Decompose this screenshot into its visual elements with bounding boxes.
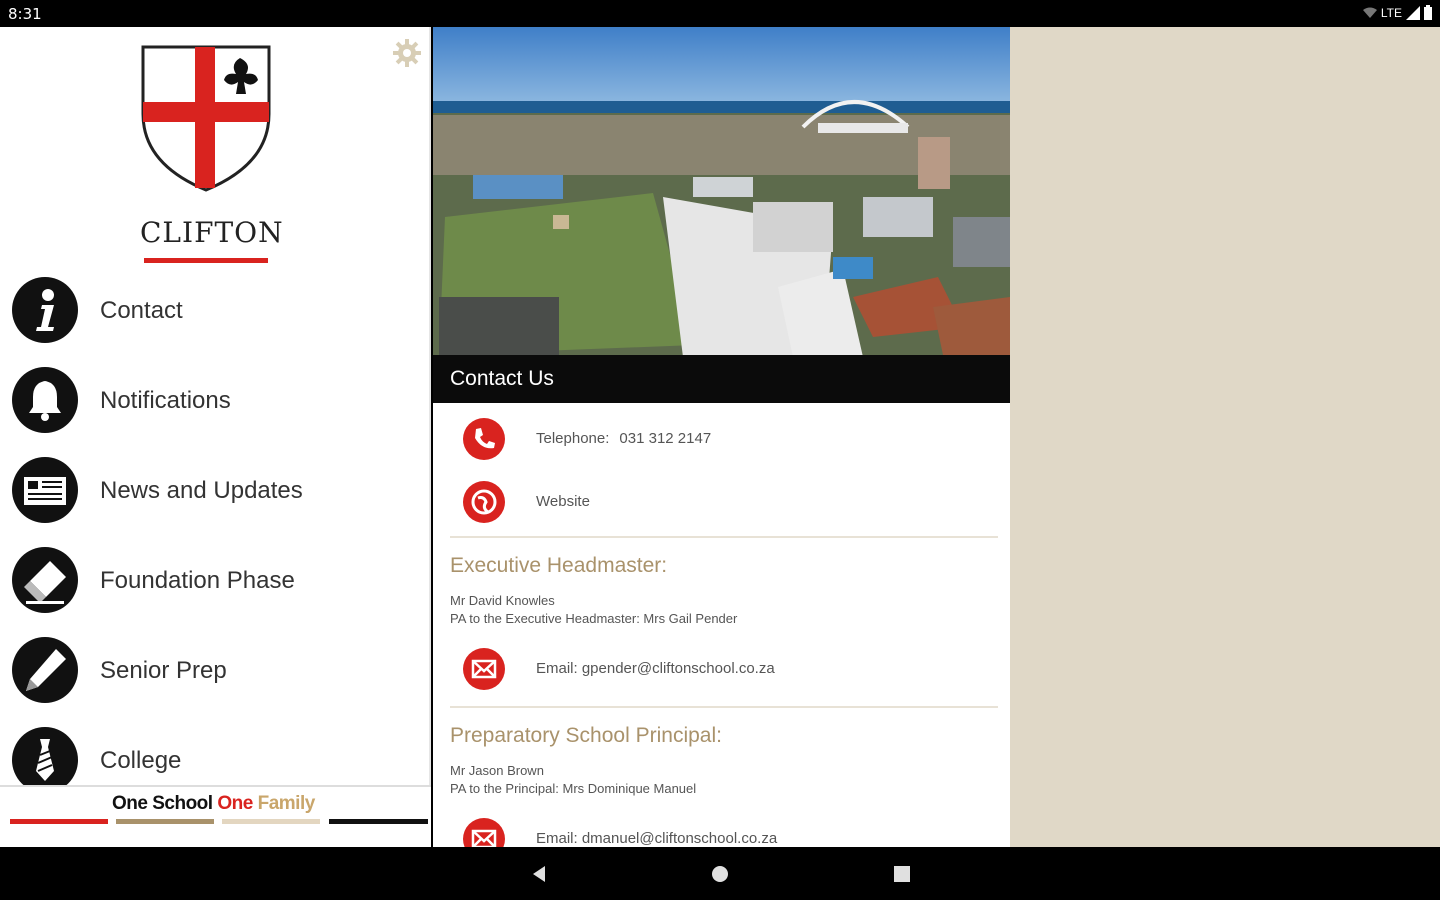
brand-name: CLIFTON <box>140 216 284 249</box>
navigation-drawer: CLIFTON Contact Notifications News and U… <box>0 27 431 847</box>
menu-item-label: Senior Prep <box>100 657 227 684</box>
email-row[interactable]: Email: gpender@cliftonschool.co.za <box>433 647 1010 707</box>
mail-icon <box>463 648 505 690</box>
contact-content: Contact Us Telephone: 031 312 2147 Websit… <box>433 27 1010 847</box>
menu-item-label: College <box>100 747 182 774</box>
school-aerial-photo <box>433 27 1010 355</box>
email-text: Email: gpender@cliftonschool.co.za <box>536 660 775 677</box>
brand-underline <box>144 258 268 263</box>
tagline-part-3: Family <box>257 793 316 814</box>
website-row[interactable]: Website <box>433 480 1010 540</box>
menu-item-senior-prep[interactable]: Senior Prep <box>0 637 431 717</box>
newspaper-icon <box>12 457 78 523</box>
section-heading: Executive Headmaster: <box>450 554 668 577</box>
telephone-label: Telephone: <box>536 430 610 447</box>
globe-icon <box>463 481 505 523</box>
contact-name: Mr David Knowles <box>450 593 555 608</box>
tagline-part-2: One <box>217 793 253 814</box>
detail-background <box>1010 27 1440 847</box>
contact-details: Mr David Knowles PA to the Executive Hea… <box>450 592 737 628</box>
menu-item-label: Notifications <box>100 387 231 414</box>
eraser-icon <box>12 547 78 613</box>
menu-item-notifications[interactable]: Notifications <box>0 367 431 447</box>
status-icons: LTE <box>1362 5 1432 20</box>
tie-icon <box>12 727 78 793</box>
pencil-icon <box>12 637 78 703</box>
gear-icon[interactable] <box>392 38 422 68</box>
network-type: LTE <box>1380 5 1402 20</box>
bell-icon <box>12 367 78 433</box>
section-heading: Preparatory School Principal: <box>450 724 722 747</box>
back-icon[interactable] <box>526 861 552 887</box>
email-row[interactable]: Email: dmanuel@cliftonschool.co.za <box>433 817 1010 847</box>
shield-crest-icon <box>141 45 271 192</box>
menu-item-foundation-phase[interactable]: Foundation Phase <box>0 547 431 627</box>
system-navigation-bar <box>0 847 1440 900</box>
status-time: 8:31 <box>8 5 42 23</box>
telephone-number: 031 312 2147 <box>619 430 712 447</box>
telephone-row[interactable]: Telephone: 031 312 2147 <box>433 417 1010 477</box>
telephone-text: Telephone: 031 312 2147 <box>536 430 711 447</box>
wifi-icon <box>1362 7 1377 18</box>
menu-item-label: Contact <box>100 297 183 324</box>
status-bar: 8:31 LTE <box>0 0 1440 27</box>
menu-item-news[interactable]: News and Updates <box>0 457 431 537</box>
tagline-color-bars <box>10 819 428 824</box>
contact-details: Mr Jason Brown PA to the Principal: Mrs … <box>450 762 696 798</box>
menu-item-contact[interactable]: Contact <box>0 277 431 357</box>
section-divider <box>450 706 998 708</box>
email-text: Email: dmanuel@cliftonschool.co.za <box>536 830 778 847</box>
contact-pa: PA to the Principal: Mrs Dominique Manue… <box>450 781 697 796</box>
phone-icon <box>463 418 505 460</box>
contact-name: Mr Jason Brown <box>450 763 544 778</box>
tagline-footer: One School One Family <box>0 785 431 847</box>
page-title: Contact Us <box>450 367 554 390</box>
signal-icon <box>1406 5 1420 20</box>
section-divider <box>450 536 998 538</box>
contact-pa: PA to the Executive Headmaster: Mrs Gail… <box>450 611 738 626</box>
website-link: Website <box>536 493 590 510</box>
tagline-part-1: One School <box>112 793 213 814</box>
menu-item-label: Foundation Phase <box>100 567 295 594</box>
tagline: One School One Family <box>112 793 315 815</box>
home-icon[interactable] <box>707 861 733 887</box>
school-logo: CLIFTON <box>140 44 283 263</box>
mail-icon <box>463 818 505 847</box>
menu-item-label: News and Updates <box>100 477 303 504</box>
recents-icon[interactable] <box>889 861 915 887</box>
info-icon <box>12 277 78 343</box>
title-bar: Contact Us <box>433 355 1010 403</box>
battery-icon <box>1424 5 1432 20</box>
